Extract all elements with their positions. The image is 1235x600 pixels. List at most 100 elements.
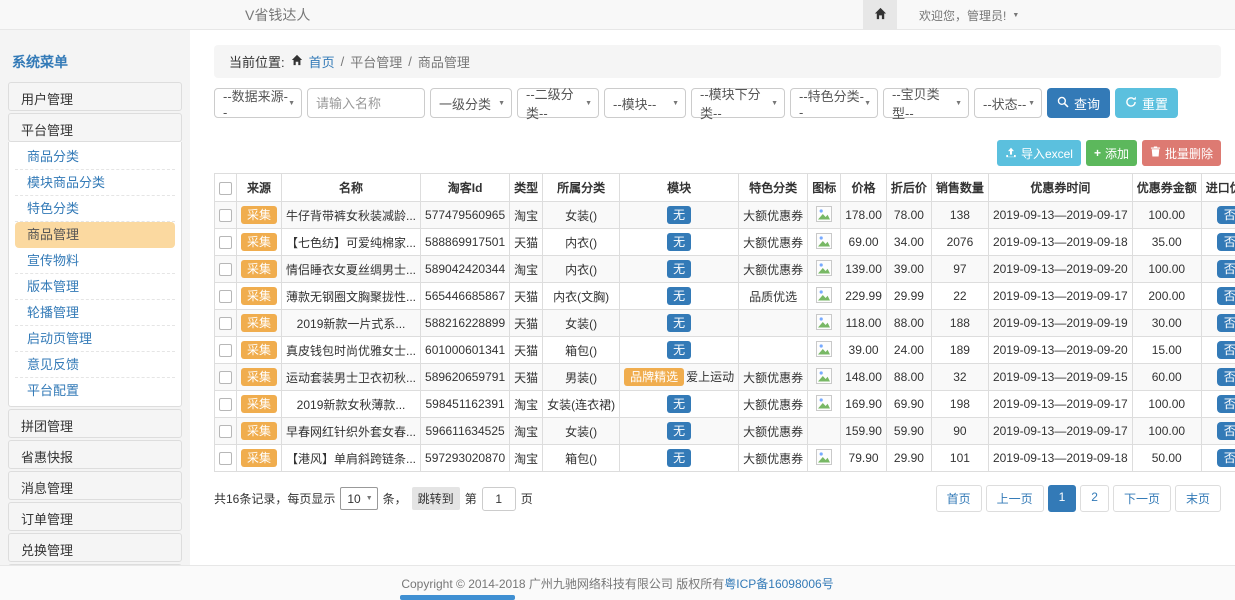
col-module: 模块 — [620, 174, 739, 202]
chevron-down-icon: ▼ — [585, 100, 592, 107]
module-sub-select[interactable]: --模块下分类--▼ — [691, 88, 785, 118]
row-checkbox[interactable] — [219, 344, 232, 357]
goods-type: 淘宝 — [514, 425, 538, 439]
discount-price: 34.00 — [894, 235, 924, 249]
taoke-id-cell: 597293020870 — [421, 445, 510, 472]
row-checkbox[interactable] — [219, 398, 232, 411]
module-cell: 无 — [620, 283, 739, 310]
pagination: 共16条记录，每页显示 10 ▼ 条， 跳转到 第 页 首页 上一页 1 2 下… — [214, 485, 1221, 512]
footer: Copyright © 2014-2018 广州九驰网络科技有限公司 版权所有 … — [0, 565, 1235, 600]
sidebar-item-module-goods-category[interactable]: 模块商品分类 — [15, 170, 175, 196]
row-select-cell — [215, 202, 237, 229]
sidebar-item-order-mgmt[interactable]: 订单管理 — [8, 502, 182, 531]
reset-button[interactable]: 重置 — [1115, 88, 1178, 118]
row-checkbox[interactable] — [219, 209, 232, 222]
feature-category-select[interactable]: --特色分类--▼ — [790, 88, 878, 118]
status-select[interactable]: --状态--▼ — [974, 88, 1042, 118]
coupon-amount: 100.00 — [1148, 424, 1185, 438]
horizontal-scrollbar-thumb[interactable] — [400, 595, 515, 600]
goods-name: 早春网红针织外套女春... — [286, 425, 416, 439]
pager-page-2[interactable]: 2 — [1080, 485, 1109, 512]
import-excel-button[interactable]: 导入excel — [997, 140, 1081, 166]
user-menu[interactable]: 欢迎您，管理员! ▼ — [919, 7, 1019, 24]
sidebar-item-version-mgmt[interactable]: 版本管理 — [15, 274, 175, 300]
row-checkbox[interactable] — [219, 263, 232, 276]
icp-link[interactable]: 粤ICP备16098006号 — [724, 575, 833, 592]
jump-to-button[interactable]: 跳转到 — [412, 487, 460, 510]
name-cell: 2019新款一片式系... — [282, 310, 421, 337]
add-button[interactable]: + 添加 — [1086, 140, 1137, 166]
row-checkbox[interactable] — [219, 317, 232, 330]
product-image-icon — [816, 454, 832, 468]
search-button[interactable]: 查询 — [1047, 88, 1110, 118]
goods-type: 淘宝 — [514, 263, 538, 277]
chevron-down-icon: ▼ — [955, 100, 962, 107]
batch-delete-button[interactable]: 批量删除 — [1142, 140, 1221, 166]
import-pick-toggle[interactable]: 否 — [1217, 206, 1235, 224]
sidebar-item-platform-mgmt[interactable]: 平台管理 — [8, 113, 182, 142]
category-cell: 箱包() — [543, 445, 620, 472]
col-type: 类型 — [510, 174, 543, 202]
pager-page-1[interactable]: 1 — [1048, 485, 1077, 512]
import-pick-toggle[interactable]: 否 — [1217, 233, 1235, 251]
import-pick-toggle[interactable]: 否 — [1217, 287, 1235, 305]
taoke-id-cell: 565446685867 — [421, 283, 510, 310]
sidebar-item-platform-config[interactable]: 平台配置 — [15, 378, 175, 404]
import-pick-toggle[interactable]: 否 — [1217, 260, 1235, 278]
category2-select[interactable]: --二级分类--▼ — [517, 88, 599, 118]
category-cell: 女装(连衣裙) — [543, 391, 620, 418]
coupon-time: 2019-09-13—2019-09-18 — [993, 451, 1128, 465]
row-checkbox[interactable] — [219, 425, 232, 438]
import-pick-toggle[interactable]: 否 — [1217, 314, 1235, 332]
import-pick-toggle[interactable]: 否 — [1217, 341, 1235, 359]
name-cell: 2019新款女秋薄款... — [282, 391, 421, 418]
import-pick-toggle[interactable]: 否 — [1217, 368, 1235, 386]
sidebar-item-splash-mgmt[interactable]: 启动页管理 — [15, 326, 175, 352]
row-checkbox[interactable] — [219, 371, 232, 384]
select-all-checkbox[interactable] — [219, 182, 232, 195]
pager-first[interactable]: 首页 — [936, 485, 982, 512]
icon-cell — [808, 391, 841, 418]
product-image-icon — [816, 400, 832, 414]
pager-next[interactable]: 下一页 — [1113, 485, 1171, 512]
page-size-select[interactable]: 10 ▼ — [340, 487, 377, 510]
import-pick-toggle[interactable]: 否 — [1217, 395, 1235, 413]
sidebar-item-message-mgmt[interactable]: 消息管理 — [8, 471, 182, 500]
discount-price: 88.00 — [894, 316, 924, 330]
goods-category: 内衣(文胸) — [553, 290, 609, 304]
sidebar-item-carousel-mgmt[interactable]: 轮播管理 — [15, 300, 175, 326]
sidebar-item-goods-category[interactable]: 商品分类 — [15, 144, 175, 170]
sidebar-item-feedback[interactable]: 意见反馈 — [15, 352, 175, 378]
taoke-id-cell: 598451162391 — [421, 391, 510, 418]
data-source-select[interactable]: --数据来源--▼ — [214, 88, 302, 118]
col-sales: 销售数量 — [931, 174, 988, 202]
pager-prev[interactable]: 上一页 — [986, 485, 1044, 512]
sidebar-item-groupbuy-mgmt[interactable]: 拼团管理 — [8, 409, 182, 438]
name-search-input[interactable] — [307, 88, 425, 118]
jump-page-input[interactable] — [482, 487, 516, 511]
col-feature: 特色分类 — [739, 174, 808, 202]
row-checkbox[interactable] — [219, 290, 232, 303]
sidebar-item-promo-material[interactable]: 宣传物料 — [15, 248, 175, 274]
row-checkbox[interactable] — [219, 452, 232, 465]
import-pick-toggle[interactable]: 否 — [1217, 422, 1235, 440]
taoke-id: 597293020870 — [425, 451, 505, 465]
sidebar-item-user-mgmt[interactable]: 用户管理 — [8, 82, 182, 111]
item-type-select[interactable]: --宝贝类型--▼ — [883, 88, 969, 118]
table-toolbar: 导入excel + 添加 批量删除 — [214, 140, 1221, 166]
module-select[interactable]: --模块--▼ — [604, 88, 686, 118]
source-cell: 采集 — [237, 310, 282, 337]
discount-price: 59.90 — [894, 424, 924, 438]
pager-last[interactable]: 末页 — [1175, 485, 1221, 512]
sidebar-item-feature-category[interactable]: 特色分类 — [15, 196, 175, 222]
import-pick-cell: 否 — [1201, 283, 1235, 310]
sidebar-item-savings-express[interactable]: 省惠快报 — [8, 440, 182, 469]
breadcrumb-home-link[interactable]: 首页 — [309, 52, 335, 71]
import-pick-toggle[interactable]: 否 — [1217, 449, 1235, 467]
home-button[interactable] — [863, 0, 897, 30]
row-checkbox[interactable] — [219, 236, 232, 249]
sidebar-item-goods-mgmt[interactable]: 商品管理 — [15, 222, 175, 248]
feature-category: 大额优惠券 — [743, 398, 803, 412]
category1-select[interactable]: 一级分类▼ — [430, 88, 512, 118]
sidebar-item-exchange-mgmt[interactable]: 兑换管理 — [8, 533, 182, 562]
